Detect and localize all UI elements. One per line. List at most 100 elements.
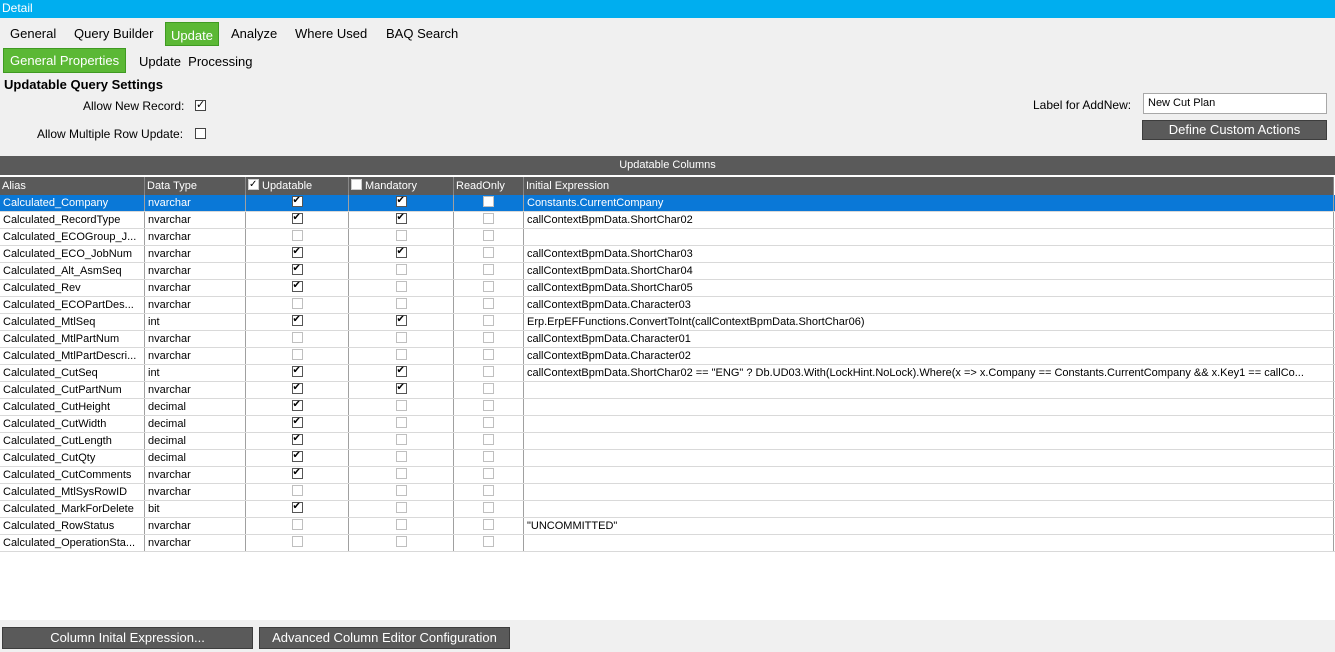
mandatory-checkbox[interactable]: [395, 298, 407, 309]
updatable-checkbox[interactable]: [291, 501, 303, 515]
data-type-cell[interactable]: nvarchar: [145, 212, 246, 228]
initial-expression-cell[interactable]: Erp.ErpEFFunctions.ConvertToInt(callCont…: [524, 314, 1334, 330]
updatable-checkbox[interactable]: [291, 519, 303, 530]
initial-expression-cell[interactable]: callContextBpmData.Character01: [524, 331, 1334, 347]
initial-expression-cell[interactable]: [524, 399, 1334, 415]
data-type-cell[interactable]: nvarchar: [145, 195, 246, 211]
header-updatable-checkbox[interactable]: [248, 177, 259, 194]
data-type-cell[interactable]: decimal: [145, 433, 246, 449]
readonly-checkbox[interactable]: [483, 383, 494, 394]
readonly-checkbox[interactable]: [483, 366, 494, 377]
readonly-checkbox[interactable]: [483, 417, 494, 428]
initial-expression-cell[interactable]: "UNCOMMITTED": [524, 518, 1334, 534]
tab-update[interactable]: Update: [165, 22, 219, 46]
data-type-cell[interactable]: decimal: [145, 399, 246, 415]
updatable-checkbox[interactable]: [291, 212, 303, 226]
table-row[interactable]: Calculated_MarkForDelete bit: [0, 501, 1335, 518]
alias-cell[interactable]: Calculated_CutPartNum: [0, 382, 145, 398]
data-type-cell[interactable]: decimal: [145, 450, 246, 466]
alias-cell[interactable]: Calculated_MtlSeq: [0, 314, 145, 330]
initial-expression-cell[interactable]: callContextBpmData.ShortChar03: [524, 246, 1334, 262]
column-header-updatable[interactable]: Updatable: [246, 177, 349, 195]
updatable-checkbox[interactable]: [291, 536, 303, 547]
alias-cell[interactable]: Calculated_CutHeight: [0, 399, 145, 415]
initial-expression-cell[interactable]: [524, 229, 1334, 245]
mandatory-checkbox[interactable]: [395, 212, 407, 226]
readonly-checkbox[interactable]: [483, 349, 494, 360]
initial-expression-cell[interactable]: Constants.CurrentCompany: [524, 195, 1334, 211]
column-header-readonly[interactable]: ReadOnly: [454, 177, 524, 195]
data-type-cell[interactable]: nvarchar: [145, 518, 246, 534]
data-type-cell[interactable]: nvarchar: [145, 229, 246, 245]
readonly-checkbox[interactable]: [483, 536, 494, 547]
table-row[interactable]: Calculated_CutHeight decimal: [0, 399, 1335, 416]
tab-general-properties[interactable]: General Properties: [3, 48, 127, 73]
data-type-cell[interactable]: nvarchar: [145, 331, 246, 347]
initial-expression-cell[interactable]: callContextBpmData.Character02: [524, 348, 1334, 364]
table-row[interactable]: Calculated_CutComments nvarchar: [0, 467, 1335, 484]
column-header-alias[interactable]: Alias: [0, 177, 145, 195]
table-row[interactable]: Calculated_MtlPartNum nvarchar callContext…: [0, 331, 1335, 348]
data-type-cell[interactable]: decimal: [145, 416, 246, 432]
readonly-checkbox[interactable]: [483, 281, 494, 292]
alias-cell[interactable]: Calculated_Rev: [0, 280, 145, 296]
updatable-checkbox[interactable]: [291, 485, 303, 496]
tab-update-processing[interactable]: Update Processing: [139, 46, 252, 72]
data-type-cell[interactable]: nvarchar: [145, 246, 246, 262]
table-row[interactable]: Calculated_Revnvarchar callContextBpmData…: [0, 280, 1335, 297]
allow-new-record-checkbox[interactable]: [195, 98, 206, 111]
column-header-mandatory[interactable]: Mandatory: [349, 177, 454, 195]
initial-expression-cell[interactable]: callContextBpmData.ShortChar04: [524, 263, 1334, 279]
mandatory-checkbox[interactable]: [395, 281, 407, 292]
readonly-checkbox[interactable]: [483, 230, 494, 241]
mandatory-checkbox[interactable]: [395, 246, 407, 260]
mandatory-checkbox[interactable]: [395, 349, 407, 360]
data-type-cell[interactable]: nvarchar: [145, 297, 246, 313]
alias-cell[interactable]: Calculated_CutQty: [0, 450, 145, 466]
updatable-checkbox[interactable]: [291, 230, 303, 241]
initial-expression-cell[interactable]: [524, 535, 1334, 551]
initial-expression-cell[interactable]: [524, 484, 1334, 500]
readonly-checkbox[interactable]: [483, 468, 494, 479]
updatable-checkbox[interactable]: [291, 450, 303, 464]
readonly-checkbox[interactable]: [483, 519, 494, 530]
tab-analyze[interactable]: Analyze: [231, 19, 277, 45]
initial-expression-cell[interactable]: callContextBpmData.ShortChar02: [524, 212, 1334, 228]
column-header-initial-expression[interactable]: Initial Expression: [524, 177, 1334, 195]
allow-multiple-row-update-checkbox[interactable]: [195, 128, 206, 139]
updatable-checkbox[interactable]: [291, 399, 303, 413]
table-row[interactable]: Calculated_ECOGroup_J... nvarchar: [0, 229, 1335, 246]
alias-cell[interactable]: Calculated_CutWidth: [0, 416, 145, 432]
alias-cell[interactable]: Calculated_Alt_AsmSeq: [0, 263, 145, 279]
readonly-checkbox[interactable]: [483, 213, 494, 224]
data-type-cell[interactable]: int: [145, 365, 246, 381]
readonly-checkbox[interactable]: [483, 400, 494, 411]
table-row[interactable]: Calculated_CutWidth decimal: [0, 416, 1335, 433]
alias-cell[interactable]: Calculated_MtlPartNum: [0, 331, 145, 347]
mandatory-checkbox[interactable]: [395, 485, 407, 496]
updatable-checkbox[interactable]: [291, 263, 303, 277]
alias-cell[interactable]: Calculated_MtlPartDescri...: [0, 348, 145, 364]
initial-expression-cell[interactable]: [524, 501, 1334, 517]
readonly-checkbox[interactable]: [483, 196, 494, 207]
tab-where-used[interactable]: Where Used: [295, 19, 367, 45]
initial-expression-cell[interactable]: callContextBpmData.ShortChar05: [524, 280, 1334, 296]
table-row[interactable]: Calculated_RowStatus nvarchar "UNCOMMITTED…: [0, 518, 1335, 535]
updatable-checkbox[interactable]: [291, 416, 303, 430]
updatable-checkbox[interactable]: [291, 298, 303, 309]
alias-cell[interactable]: Calculated_ECOGroup_J...: [0, 229, 145, 245]
readonly-checkbox[interactable]: [483, 451, 494, 462]
mandatory-checkbox[interactable]: [395, 519, 407, 530]
initial-expression-cell[interactable]: [524, 450, 1334, 466]
readonly-checkbox[interactable]: [483, 332, 494, 343]
data-type-cell[interactable]: nvarchar: [145, 484, 246, 500]
updatable-checkbox[interactable]: [291, 332, 303, 343]
data-type-cell[interactable]: bit: [145, 501, 246, 517]
mandatory-checkbox[interactable]: [395, 451, 407, 462]
mandatory-checkbox[interactable]: [395, 400, 407, 411]
define-custom-actions-button[interactable]: Define Custom Actions: [1142, 120, 1327, 140]
table-row[interactable]: Calculated_CutQty decimal: [0, 450, 1335, 467]
tab-query-builder[interactable]: Query Builder: [74, 19, 153, 45]
data-type-cell[interactable]: nvarchar: [145, 467, 246, 483]
mandatory-checkbox[interactable]: [395, 230, 407, 241]
